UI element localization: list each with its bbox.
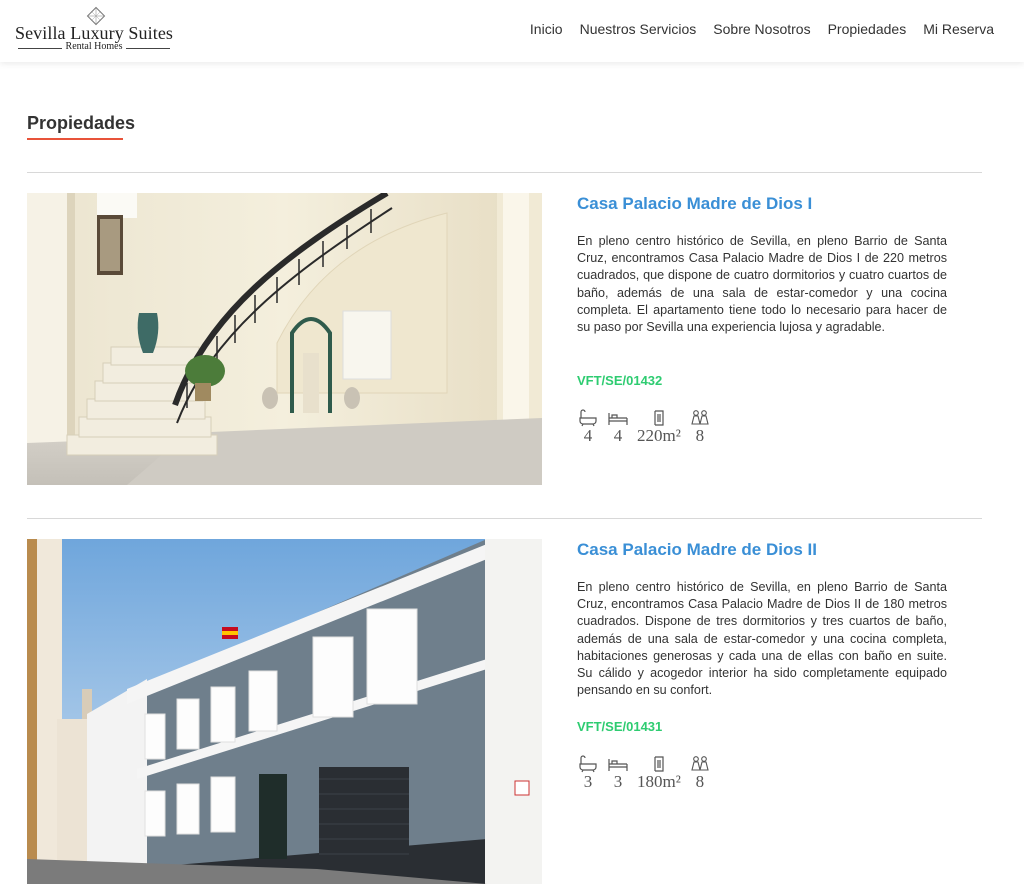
divider	[27, 172, 982, 173]
bed-icon	[608, 413, 628, 425]
property-description: En pleno centro histórico de Sevilla, en…	[577, 234, 947, 335]
property-license-code: VFT/SE/01432	[577, 373, 663, 388]
nav-item-inicio[interactable]: Inicio	[530, 21, 563, 37]
feature-area: 220m²	[637, 409, 681, 445]
nav-item-sobre-nosotros[interactable]: Sobre Nosotros	[713, 21, 810, 37]
bathtub-icon	[579, 755, 597, 773]
title-underline	[27, 138, 123, 140]
bathrooms-count: 4	[583, 426, 593, 445]
interior-staircase-image	[27, 193, 542, 485]
feature-area: 180m²	[637, 755, 681, 791]
property-license-code: VFT/SE/01431	[577, 719, 663, 734]
feature-bathrooms: 3	[577, 755, 599, 791]
feature-guests: 8	[689, 755, 711, 791]
guests-icon	[691, 756, 709, 771]
area-value: 220m²	[637, 426, 681, 445]
area-icon	[654, 756, 664, 772]
feature-bathrooms: 4	[577, 409, 599, 445]
building-facade-image	[27, 539, 542, 884]
bedrooms-count: 3	[613, 772, 623, 791]
property-description: En pleno centro histórico de Sevilla, en…	[577, 580, 947, 698]
main-nav: Inicio Nuestros Servicios Sobre Nosotros…	[530, 21, 994, 37]
divider	[27, 518, 982, 519]
area-value: 180m²	[637, 772, 681, 791]
logo-brand-subtitle: Rental Homes	[65, 41, 123, 52]
property-photo-building-facade[interactable]	[27, 539, 542, 884]
logo-rule-right	[126, 48, 170, 49]
property-features: 3 3 180m² 8	[577, 755, 719, 791]
property-features: 4 4 220m² 8	[577, 409, 719, 445]
property-info: Casa Palacio Madre de Dios I En pleno ce…	[577, 193, 947, 445]
bathrooms-count: 3	[583, 772, 593, 791]
property-card: Casa Palacio Madre de Dios I En pleno ce…	[27, 193, 982, 485]
page-title: Propiedades	[27, 113, 136, 133]
bedrooms-count: 4	[613, 426, 623, 445]
property-title-link[interactable]: Casa Palacio Madre de Dios II	[577, 540, 947, 560]
bed-icon	[608, 759, 628, 771]
nav-item-propiedades[interactable]: Propiedades	[828, 21, 907, 37]
site-logo[interactable]: Sevilla Luxury Suites Rental Homes	[14, 6, 174, 56]
nav-item-servicios[interactable]: Nuestros Servicios	[580, 21, 697, 37]
property-title-link[interactable]: Casa Palacio Madre de Dios I	[577, 194, 947, 214]
nav-item-mi-reserva[interactable]: Mi Reserva	[923, 21, 994, 37]
guests-count: 8	[695, 426, 705, 445]
feature-guests: 8	[689, 409, 711, 445]
property-info: Casa Palacio Madre de Dios II En pleno c…	[577, 539, 947, 791]
guests-count: 8	[695, 772, 705, 791]
feature-bedrooms: 3	[607, 755, 629, 791]
guests-icon	[691, 410, 709, 425]
feature-bedrooms: 4	[607, 409, 629, 445]
property-photo-interior-staircase[interactable]	[27, 193, 542, 485]
property-card: Casa Palacio Madre de Dios II En pleno c…	[27, 539, 982, 884]
area-icon	[654, 410, 664, 426]
site-header: Sevilla Luxury Suites Rental Homes Inici…	[0, 0, 1024, 62]
bathtub-icon	[579, 409, 597, 427]
